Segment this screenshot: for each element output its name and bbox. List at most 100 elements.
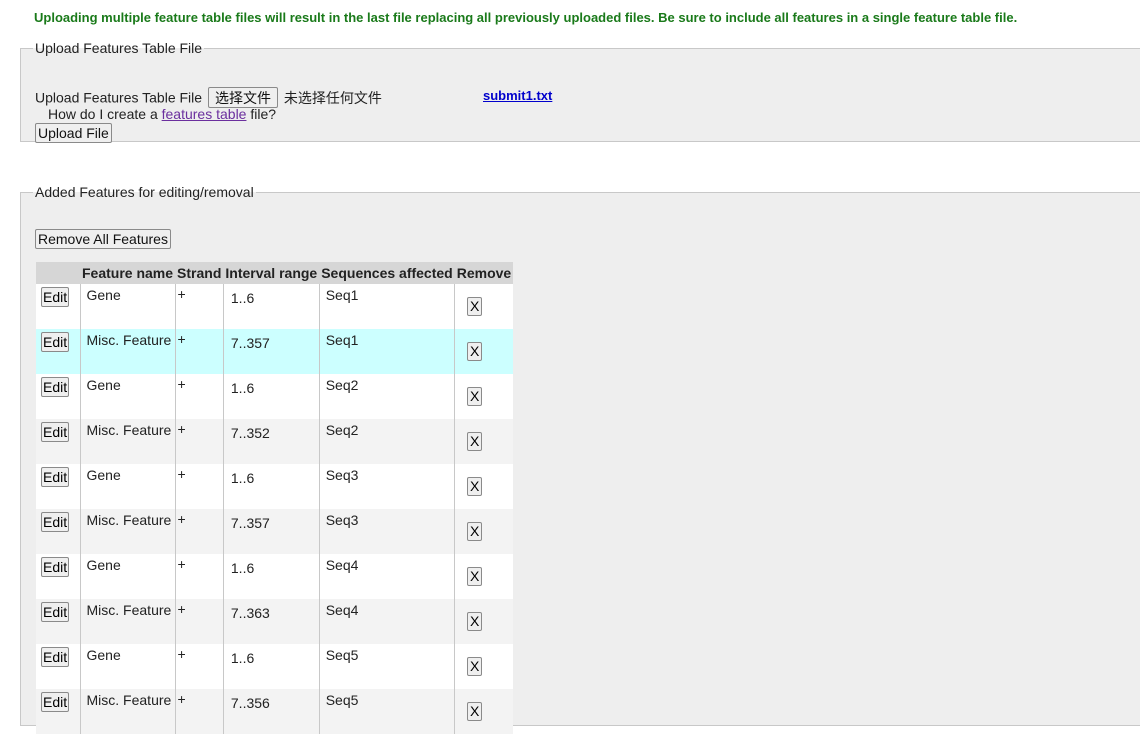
edit-button[interactable]: Edit: [41, 377, 70, 397]
table-header-row: Feature name Strand Interval range Seque…: [36, 262, 514, 284]
feature-name-cell: Gene: [80, 284, 176, 329]
table-row: Edit Gene +1..6 Seq3 X: [36, 464, 514, 509]
remove-feature-button[interactable]: X: [467, 432, 483, 451]
edit-cell: Edit: [36, 374, 81, 419]
interval-cell: 1..6: [223, 554, 320, 599]
remove-feature-button[interactable]: X: [467, 567, 483, 586]
header-edit: [36, 262, 80, 284]
feature-name-cell: Gene: [80, 554, 176, 599]
edit-button[interactable]: Edit: [41, 692, 70, 712]
strand-cell: +: [175, 599, 224, 644]
sequence-affected: Seq2: [325, 377, 359, 393]
table-row: Edit Misc. Feature +7..352 Seq2 X: [36, 419, 514, 464]
remove-cell: X: [454, 284, 514, 329]
remove-cell: X: [454, 329, 514, 374]
sequence-cell: Seq1: [319, 284, 456, 329]
added-features-fieldset: Added Features for editing/removal Remov…: [20, 184, 1140, 734]
howto-help-text: How do I create a features table file?: [48, 106, 276, 122]
strand: +: [177, 556, 186, 572]
strand: +: [177, 601, 186, 617]
strand: +: [177, 376, 186, 392]
remove-feature-button[interactable]: X: [467, 477, 483, 496]
remove-cell: X: [454, 464, 514, 509]
sequence-affected: Seq4: [325, 602, 359, 618]
remove-feature-button[interactable]: X: [467, 522, 483, 541]
remove-feature-button[interactable]: X: [467, 342, 483, 361]
remove-feature-button[interactable]: X: [467, 702, 483, 721]
remove-cell: X: [454, 689, 514, 734]
remove-feature-button[interactable]: X: [467, 297, 483, 316]
interval-range: 7..363: [230, 605, 270, 621]
table-row: Edit Gene +1..6 Seq1 X: [36, 284, 514, 329]
no-file-chosen-text: 未选择任何文件: [283, 89, 382, 106]
sequence-affected: Seq5: [325, 692, 359, 708]
strand-cell: +: [175, 554, 224, 599]
strand-cell: +: [175, 374, 224, 419]
edit-cell: Edit: [36, 329, 81, 374]
upload-file-button[interactable]: Upload File: [35, 123, 112, 143]
edit-button[interactable]: Edit: [41, 602, 70, 622]
remove-cell: X: [454, 554, 514, 599]
feature-name-cell: Gene: [80, 464, 176, 509]
upload-features-fieldset: Upload Features Table File Upload Featur…: [20, 40, 1140, 143]
edit-button[interactable]: Edit: [41, 647, 70, 667]
strand-cell: +: [175, 689, 224, 734]
upload-fieldset-legend: Upload Features Table File: [35, 40, 203, 56]
interval-range: 1..6: [230, 290, 255, 306]
sequence-cell: Seq4: [319, 554, 456, 599]
interval-cell: 1..6: [223, 464, 320, 509]
edit-button[interactable]: Edit: [41, 287, 70, 307]
strand: +: [177, 511, 186, 527]
edit-button[interactable]: Edit: [41, 332, 70, 352]
sequence-cell: Seq5: [319, 644, 456, 689]
sequence-cell: Seq2: [319, 419, 456, 464]
feature-name: Gene: [86, 287, 121, 303]
choose-file-button[interactable]: 选择文件: [207, 87, 278, 108]
remove-cell: X: [454, 599, 514, 644]
edit-button[interactable]: Edit: [41, 422, 70, 442]
howto-prefix: How do I create a: [48, 106, 158, 122]
feature-name: Gene: [86, 377, 121, 393]
feature-name: Misc. Feature: [86, 602, 172, 618]
table-row: Edit Misc. Feature +7..357 Seq1 X: [36, 329, 514, 374]
edit-cell: Edit: [36, 599, 81, 644]
remove-all-features-button[interactable]: Remove All Features: [35, 229, 171, 249]
sequence-affected: Seq2: [325, 422, 359, 438]
edit-cell: Edit: [36, 419, 81, 464]
interval-cell: 1..6: [223, 284, 320, 329]
sequence-affected: Seq1: [325, 332, 359, 348]
header-interval-range: Interval range: [223, 262, 320, 284]
edit-cell: Edit: [36, 509, 81, 554]
strand: +: [177, 466, 186, 482]
edit-button[interactable]: Edit: [41, 467, 70, 487]
upload-warning-message: Uploading multiple feature table files w…: [34, 10, 1018, 25]
features-table-help-link[interactable]: features table: [162, 106, 247, 122]
uploaded-file-link[interactable]: submit1.txt: [483, 88, 552, 103]
remove-feature-button[interactable]: X: [467, 612, 483, 631]
remove-feature-button[interactable]: X: [467, 657, 483, 676]
howto-suffix: file?: [250, 106, 277, 122]
strand-cell: +: [175, 644, 224, 689]
edit-button[interactable]: Edit: [41, 512, 70, 532]
feature-name-cell: Misc. Feature: [80, 689, 176, 734]
feature-name-cell: Misc. Feature: [80, 329, 176, 374]
sequence-affected: Seq4: [325, 557, 359, 573]
sequence-affected: Seq3: [325, 512, 359, 528]
table-row: Edit Gene +1..6 Seq2 X: [36, 374, 514, 419]
feature-name: Misc. Feature: [86, 332, 172, 348]
interval-cell: 7..357: [223, 509, 320, 554]
interval-range: 7..357: [230, 515, 270, 531]
edit-cell: Edit: [36, 284, 81, 329]
feature-name: Misc. Feature: [86, 422, 172, 438]
strand: +: [177, 421, 186, 437]
remove-feature-button[interactable]: X: [467, 387, 483, 406]
strand-cell: +: [175, 464, 224, 509]
feature-name-cell: Gene: [80, 374, 176, 419]
sequence-affected: Seq1: [325, 287, 359, 303]
interval-cell: 7..352: [223, 419, 320, 464]
header-feature-name: Feature name: [80, 262, 176, 284]
header-strand: Strand: [175, 262, 224, 284]
edit-button[interactable]: Edit: [41, 557, 70, 577]
feature-name-cell: Gene: [80, 644, 176, 689]
feature-name-cell: Misc. Feature: [80, 419, 176, 464]
